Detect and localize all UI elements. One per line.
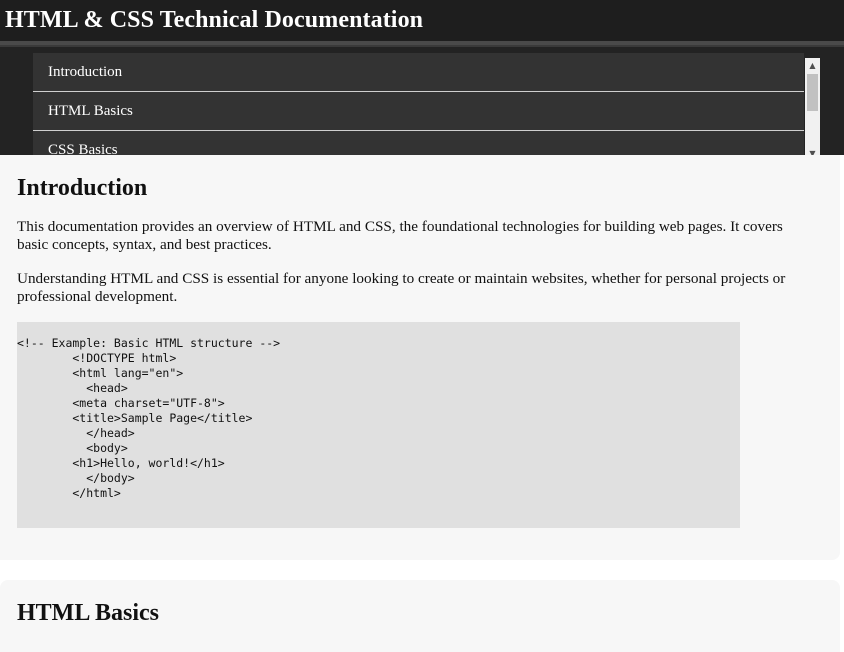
section-paragraph: Understanding HTML and CSS is essential … (17, 270, 786, 305)
section-introduction: Introduction This documentation provides… (0, 155, 840, 560)
navbar: Introduction HTML Basics CSS Basics (0, 45, 844, 157)
code-example: <!-- Example: Basic HTML structure --> <… (17, 322, 740, 528)
scrollbar-thumb[interactable] (807, 74, 818, 111)
nav-link-introduction[interactable]: Introduction (33, 53, 804, 92)
main-content: Introduction This documentation provides… (0, 155, 844, 652)
scroll-up-arrow-icon[interactable]: ▲ (805, 58, 820, 72)
section-paragraph: This documentation provides an overview … (17, 218, 783, 253)
nav-link-html-basics[interactable]: HTML Basics (33, 92, 804, 131)
nav-link-css-basics[interactable]: CSS Basics (33, 131, 804, 157)
nav-scrollbar[interactable]: ▲ ▼ (805, 58, 820, 160)
section-title: HTML Basics (17, 599, 160, 626)
section-html-basics: HTML Basics (0, 579, 840, 652)
nav-list[interactable]: Introduction HTML Basics CSS Basics (33, 53, 804, 157)
page-title: HTML & CSS Technical Documentation (5, 7, 424, 33)
page-header: HTML & CSS Technical Documentation (0, 0, 844, 45)
section-title: Introduction (17, 175, 148, 201)
